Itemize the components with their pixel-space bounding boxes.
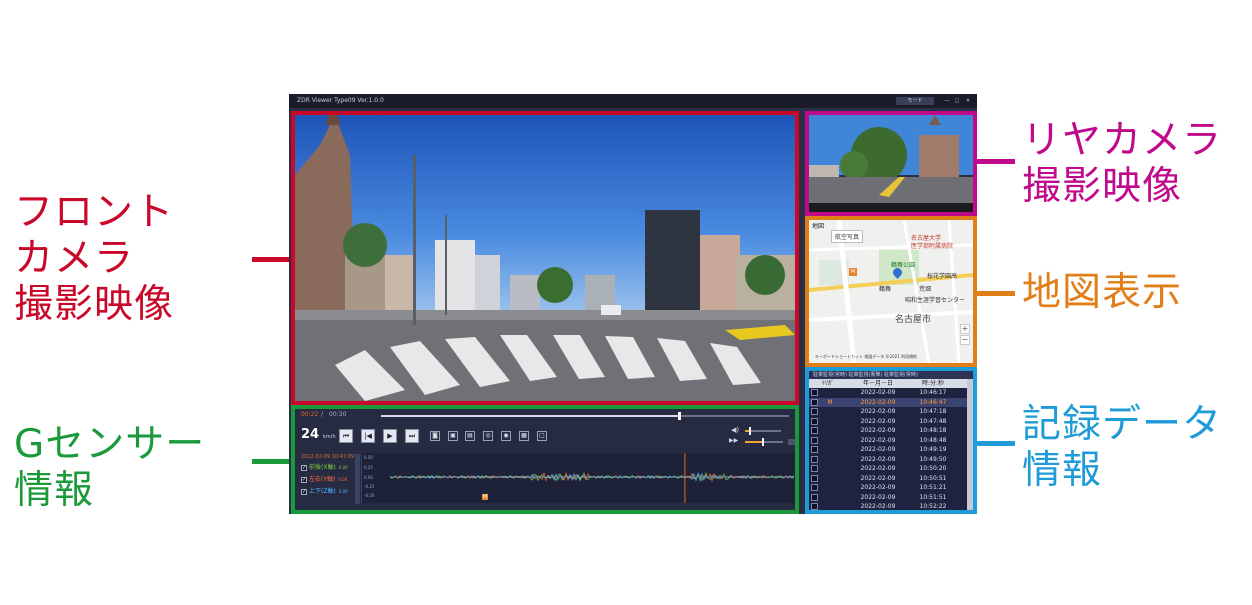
callout-map-line1: 地図表示 [1022, 270, 1183, 315]
figure: フロント カメラ 撮影映像 Gセンサー 情報 リヤカメラ 撮影映像 地図表示 記… [0, 0, 1252, 605]
callout-records: 記録データ 情報 [1022, 402, 1222, 494]
callout-gsensor-line1: Gセンサー [14, 422, 206, 467]
front-camera-frame [291, 111, 799, 405]
minimize-icon[interactable]: — [943, 97, 951, 105]
callout-records-line1: 記録データ [1022, 402, 1223, 447]
leader-line-rear [977, 159, 1015, 164]
leader-line-map [977, 291, 1015, 296]
callout-map: 地図表示 [1022, 270, 1182, 316]
callout-front-line2: カメラ [14, 236, 135, 281]
leader-line-front [252, 257, 294, 262]
maximize-icon[interactable]: □ [953, 97, 961, 105]
callout-rear-line2: 撮影映像 [1022, 164, 1183, 209]
callout-rear: リヤカメラ 撮影映像 [1022, 118, 1222, 210]
callout-front-line3: 撮影映像 [14, 282, 175, 327]
mode-button[interactable]: モード [896, 97, 934, 105]
close-icon[interactable]: ✕ [964, 97, 972, 105]
callout-gsensor: Gセンサー 情報 [14, 422, 205, 514]
leader-line-gsensor [252, 459, 294, 464]
callout-front-line1: フロント [14, 190, 175, 235]
gsensor-frame [291, 405, 799, 514]
leader-line-records [977, 441, 1015, 446]
window-title: ZDR Viewer Type09 Ver.1.0.0 [297, 97, 384, 104]
callout-front: フロント カメラ 撮影映像 [14, 190, 174, 328]
record-data-frame [805, 367, 977, 514]
callout-records-line2: 情報 [1022, 448, 1103, 493]
callout-gsensor-line2: 情報 [14, 468, 95, 513]
callout-rear-line1: リヤカメラ [1022, 118, 1223, 163]
rear-camera-frame [805, 111, 977, 216]
title-bar: ZDR Viewer Type09 Ver.1.0.0 [289, 94, 977, 108]
map-frame [805, 216, 977, 367]
